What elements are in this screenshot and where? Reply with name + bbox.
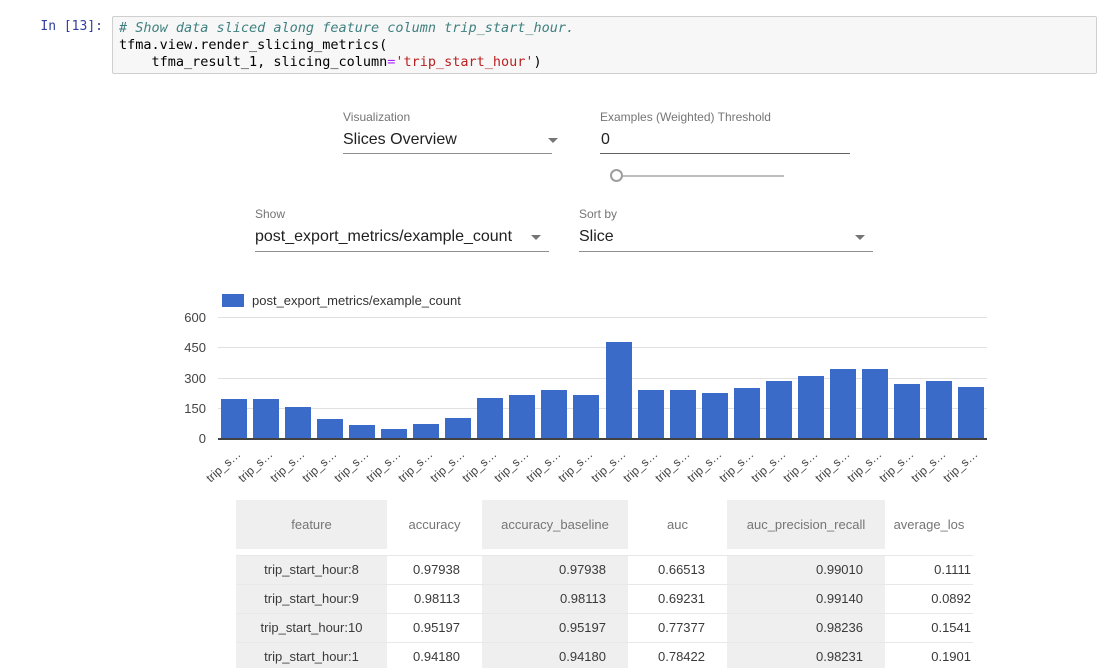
x-axis-line — [218, 438, 987, 440]
table-cell: 0.77377 — [628, 614, 727, 642]
table-row: trip_start_hour:90.981130.981130.692310.… — [236, 584, 973, 613]
threshold-slider-handle[interactable] — [610, 169, 623, 182]
code-line: # Show data sliced along feature column … — [119, 20, 1090, 37]
bar[interactable] — [734, 388, 760, 438]
table-cell: 0.1111 — [885, 556, 973, 584]
bar[interactable] — [477, 398, 503, 438]
table-header-cell: auc — [628, 500, 727, 555]
bar[interactable] — [285, 407, 311, 438]
bar[interactable] — [381, 429, 407, 438]
bar[interactable] — [702, 393, 728, 438]
bar[interactable] — [573, 395, 599, 438]
y-tick-label: 0 — [166, 431, 206, 446]
code-line: tfma_result_1, slicing_column='trip_star… — [119, 54, 1090, 71]
table-cell: 0.69231 — [628, 585, 727, 613]
bar[interactable] — [862, 369, 888, 438]
bar[interactable] — [606, 342, 632, 438]
table-cell: 0.95197 — [387, 614, 482, 642]
bar[interactable] — [638, 390, 664, 438]
table-cell: 0.98113 — [482, 585, 628, 613]
table-cell: 0.78422 — [628, 643, 727, 668]
code-line: tfma.view.render_slicing_metrics( — [119, 37, 1090, 54]
threshold-label: Examples (Weighted) Threshold — [600, 110, 771, 124]
bar[interactable] — [317, 419, 343, 438]
table-cell: 0.97938 — [387, 556, 482, 584]
code-segment: 'trip_start_hour' — [395, 54, 533, 70]
chevron-down-icon[interactable] — [531, 235, 541, 240]
table-header-cell: accuracy_baseline — [482, 500, 628, 555]
table-cell: 0.0892 — [885, 585, 973, 613]
bar[interactable] — [413, 424, 439, 438]
code-segment: tfma.view.render_slicing_metrics( — [119, 37, 387, 53]
y-tick-label: 300 — [166, 371, 206, 386]
table-cell: 0.98236 — [727, 614, 885, 642]
threshold-input[interactable]: 0 — [601, 131, 610, 149]
gridline — [218, 347, 987, 348]
table-header-cell: feature — [236, 500, 387, 555]
table-cell: 0.99140 — [727, 585, 885, 613]
table-cell: trip_start_hour:1 — [236, 643, 387, 668]
legend-swatch — [222, 294, 244, 307]
bar[interactable] — [221, 399, 247, 438]
table-cell: 0.1541 — [885, 614, 973, 642]
table-row: trip_start_hour:80.979380.979380.665130.… — [236, 555, 973, 584]
visualization-underline — [343, 153, 552, 154]
table-cell: 0.94180 — [387, 643, 482, 668]
chevron-down-icon[interactable] — [855, 235, 865, 240]
bar[interactable] — [349, 425, 375, 438]
bar[interactable] — [445, 418, 471, 438]
y-tick-label: 150 — [166, 401, 206, 416]
bar[interactable] — [670, 390, 696, 438]
bar[interactable] — [541, 390, 567, 438]
threshold-slider-track[interactable] — [617, 175, 784, 177]
table-cell: 0.95197 — [482, 614, 628, 642]
table-cell: 0.98113 — [387, 585, 482, 613]
visualization-label: Visualization — [343, 110, 410, 124]
code-segment: ) — [534, 54, 542, 70]
cell-prompt: In [13]: — [0, 19, 103, 34]
bar[interactable] — [830, 369, 856, 438]
table-header-cell: accuracy — [387, 500, 482, 555]
bar[interactable] — [798, 376, 824, 438]
y-tick-label: 450 — [166, 340, 206, 355]
show-label: Show — [255, 207, 285, 221]
table-cell: trip_start_hour:9 — [236, 585, 387, 613]
show-value: post_export_metrics/example_count — [255, 228, 512, 246]
code-segment: tfma_result_1, slicing_column — [119, 54, 387, 70]
table-cell: trip_start_hour:10 — [236, 614, 387, 642]
table-cell: 0.99010 — [727, 556, 885, 584]
chevron-down-icon[interactable] — [548, 138, 558, 143]
sort-by-label: Sort by — [579, 207, 617, 221]
table-cell: 0.66513 — [628, 556, 727, 584]
table-cell: 0.98231 — [727, 643, 885, 668]
bar[interactable] — [894, 384, 920, 438]
bar[interactable] — [253, 399, 279, 438]
code-cell[interactable]: # Show data sliced along feature column … — [112, 16, 1097, 74]
table-header-row: featureaccuracyaccuracy_baselineaucauc_p… — [236, 500, 973, 555]
sort-by-underline — [579, 251, 873, 252]
bar[interactable] — [958, 387, 984, 438]
gridline — [218, 317, 987, 318]
visualization-value: Slices Overview — [343, 131, 457, 149]
bar[interactable] — [766, 381, 792, 438]
notebook-page: In [13]: # Show data sliced along featur… — [0, 0, 1111, 668]
code-segment: # Show data sliced along feature column … — [119, 20, 574, 36]
table-cell: 0.1901 — [885, 643, 973, 668]
metrics-table: featureaccuracyaccuracy_baselineaucauc_p… — [236, 500, 973, 668]
table-row: trip_start_hour:100.951970.951970.773770… — [236, 613, 973, 642]
threshold-underline — [600, 153, 850, 154]
table-header-cell: auc_precision_recall — [727, 500, 885, 555]
y-tick-label: 600 — [166, 310, 206, 325]
show-underline — [255, 251, 549, 252]
table-cell: 0.94180 — [482, 643, 628, 668]
table-cell: 0.97938 — [482, 556, 628, 584]
sort-by-value: Slice — [579, 228, 614, 246]
bar[interactable] — [926, 381, 952, 438]
legend-label: post_export_metrics/example_count — [252, 293, 461, 308]
table-cell: trip_start_hour:8 — [236, 556, 387, 584]
bar[interactable] — [509, 395, 535, 438]
table-header-cell: average_los — [885, 500, 973, 555]
table-row: trip_start_hour:10.941800.941800.784220.… — [236, 642, 973, 668]
